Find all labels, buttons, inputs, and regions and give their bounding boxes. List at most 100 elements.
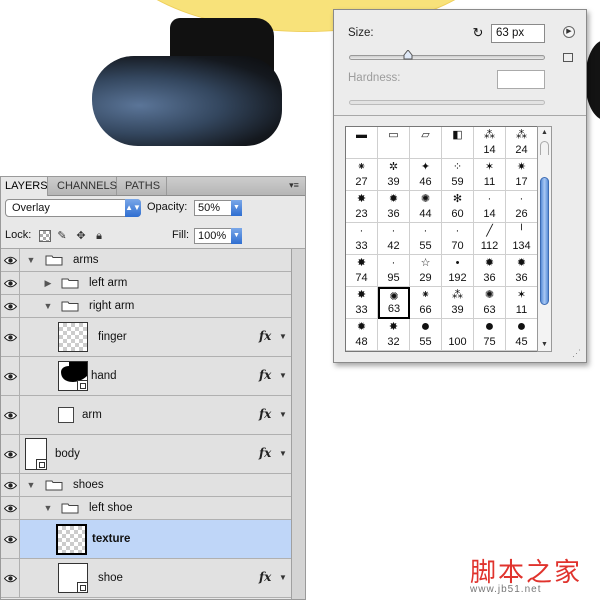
brush-preset-cell[interactable]: ⁂ 14: [474, 127, 506, 159]
brush-preset-cell[interactable]: ▭: [378, 127, 410, 159]
brush-preset-cell[interactable]: ✹ 36: [506, 255, 538, 287]
layers-scrollbar[interactable]: [291, 249, 305, 599]
brush-preset-cell[interactable]: · 70: [442, 223, 474, 255]
brush-preset-cell[interactable]: ✹ 48: [346, 319, 378, 351]
expand-triangle-icon[interactable]: ▼: [26, 255, 36, 265]
layer-row-arm[interactable]: arm fx ▼: [1, 396, 291, 435]
brush-preset-cell[interactable]: ✹ 36: [378, 191, 410, 223]
scroll-down-icon[interactable]: ▼: [538, 339, 551, 351]
layer-row-arms[interactable]: ▼ arms: [1, 249, 291, 272]
brush-preset-cell[interactable]: 100: [442, 319, 474, 351]
layer-row-left-shoe[interactable]: ▼ left shoe: [1, 497, 291, 520]
eye-icon[interactable]: [1, 520, 20, 558]
brush-preset-cell[interactable]: ✸ 32: [378, 319, 410, 351]
eye-icon[interactable]: [1, 435, 20, 473]
brush-preset-cell[interactable]: ⁘ 59: [442, 159, 474, 191]
panel-options-icon[interactable]: ▶: [563, 26, 575, 38]
brush-preset-cell[interactable]: ✹ 36: [474, 255, 506, 287]
brush-preset-cell[interactable]: · 14: [474, 191, 506, 223]
brush-preset-cell[interactable]: ✺ 44: [410, 191, 442, 223]
fx-arrow-icon[interactable]: ▼: [279, 573, 287, 582]
brush-preset-cell[interactable]: ✦ 46: [410, 159, 442, 191]
size-slider-thumb[interactable]: [403, 50, 413, 60]
lock-paint-brush-icon[interactable]: ✎: [56, 230, 68, 242]
layer-row-hand[interactable]: hand fx ▼: [1, 357, 291, 396]
brush-preset-cell[interactable]: ⁂ 39: [442, 287, 474, 319]
brush-preset-cell[interactable]: ✷ 17: [506, 159, 538, 191]
eye-icon[interactable]: [1, 396, 20, 434]
expand-triangle-icon[interactable]: ▼: [26, 480, 36, 490]
tab-layers[interactable]: LAYERS: [1, 177, 48, 196]
brush-preset-cell[interactable]: ⁕ 27: [346, 159, 378, 191]
fx-arrow-icon[interactable]: ▼: [279, 410, 287, 419]
brush-preset-cell[interactable]: ▱: [410, 127, 442, 159]
blend-mode-select[interactable]: Overlay ▲▼: [5, 199, 141, 217]
expand-triangle-icon[interactable]: ▼: [43, 503, 53, 513]
lock-all-icon[interactable]: 🔒︎: [93, 230, 105, 242]
eye-icon[interactable]: [1, 249, 20, 271]
resize-grip-icon[interactable]: ⋰: [572, 348, 582, 358]
layer-row-finger[interactable]: finger fx ▼: [1, 318, 291, 357]
brush-preset-cell[interactable]: ● 55: [410, 319, 442, 351]
brush-preset-cell[interactable]: ✶ 11: [506, 287, 538, 319]
brush-preset-cell[interactable]: · 55: [410, 223, 442, 255]
new-preset-icon[interactable]: [563, 53, 573, 62]
brush-preset-cell[interactable]: ✻ 60: [442, 191, 474, 223]
layer-row-shoes[interactable]: ▼ shoes: [1, 474, 291, 497]
layer-row-body[interactable]: body fx ▼: [1, 435, 291, 474]
eye-icon[interactable]: [1, 497, 20, 519]
brush-preset-cell[interactable]: ✸ 33: [346, 287, 378, 319]
eye-icon[interactable]: [1, 272, 20, 294]
brush-preset-cell[interactable]: ⁂ 24: [506, 127, 538, 159]
layer-row-left-arm[interactable]: ▶ left arm: [1, 272, 291, 295]
brush-preset-cell[interactable]: ⁕ 66: [410, 287, 442, 319]
tab-channels[interactable]: CHANNELS: [53, 177, 117, 195]
eye-icon[interactable]: [1, 318, 20, 356]
fx-icon[interactable]: fx: [259, 407, 271, 421]
eye-icon[interactable]: [1, 357, 20, 395]
brush-preset-cell[interactable]: · 95: [378, 255, 410, 287]
brush-preset-cell[interactable]: ✺ 63: [378, 287, 410, 319]
brush-preset-cell[interactable]: ● 45: [506, 319, 538, 351]
panel-menu-icon[interactable]: ▾≡: [287, 179, 301, 191]
scroll-thumb[interactable]: [540, 177, 549, 305]
brush-preset-cell[interactable]: · 33: [346, 223, 378, 255]
brush-preset-cell[interactable]: ✺ 63: [474, 287, 506, 319]
brush-preset-cell[interactable]: ✸ 74: [346, 255, 378, 287]
fx-icon[interactable]: fx: [259, 329, 271, 343]
reset-size-icon[interactable]: ↻: [471, 26, 485, 40]
eye-icon[interactable]: [1, 559, 20, 597]
layer-row-shoe[interactable]: shoe fx ▼: [1, 559, 291, 598]
preset-scrollbar[interactable]: ▲ ▼: [537, 126, 552, 352]
brush-preset-cell[interactable]: ● 75: [474, 319, 506, 351]
brush-preset-cell[interactable]: ◧: [442, 127, 474, 159]
layer-row-right-arm[interactable]: ▼ right arm: [1, 295, 291, 318]
brush-preset-cell[interactable]: ╱ 112: [474, 223, 506, 255]
brush-preset-cell[interactable]: ╵ 134: [506, 223, 538, 255]
fx-arrow-icon[interactable]: ▼: [279, 371, 287, 380]
lock-transparency-icon[interactable]: [39, 230, 51, 242]
brush-preset-cell[interactable]: • 192: [442, 255, 474, 287]
eye-icon[interactable]: [1, 474, 20, 496]
brush-preset-cell[interactable]: ▬: [346, 127, 378, 159]
expand-triangle-icon[interactable]: ▼: [43, 301, 53, 311]
size-slider-track[interactable]: [349, 55, 545, 60]
eye-icon[interactable]: [1, 295, 20, 317]
fx-icon[interactable]: fx: [259, 368, 271, 382]
opacity-field[interactable]: 50% ▼: [194, 200, 242, 216]
tab-paths[interactable]: PATHS: [121, 177, 167, 195]
brush-preset-cell[interactable]: ✶ 11: [474, 159, 506, 191]
fx-arrow-icon[interactable]: ▼: [279, 449, 287, 458]
layer-row-texture[interactable]: texture: [1, 520, 291, 559]
collapse-triangle-icon[interactable]: ▶: [43, 278, 53, 288]
size-field[interactable]: 63 px: [491, 24, 545, 43]
brush-preset-cell[interactable]: ✲ 39: [378, 159, 410, 191]
brush-preset-cell[interactable]: ✸ 23: [346, 191, 378, 223]
fx-arrow-icon[interactable]: ▼: [279, 332, 287, 341]
fx-icon[interactable]: fx: [259, 570, 271, 584]
brush-preset-cell[interactable]: ☆ 29: [410, 255, 442, 287]
scroll-up-icon[interactable]: ▲: [538, 127, 551, 139]
lock-move-icon[interactable]: ✥: [75, 230, 87, 242]
fill-field[interactable]: 100% ▼: [194, 228, 242, 244]
fx-icon[interactable]: fx: [259, 446, 271, 460]
